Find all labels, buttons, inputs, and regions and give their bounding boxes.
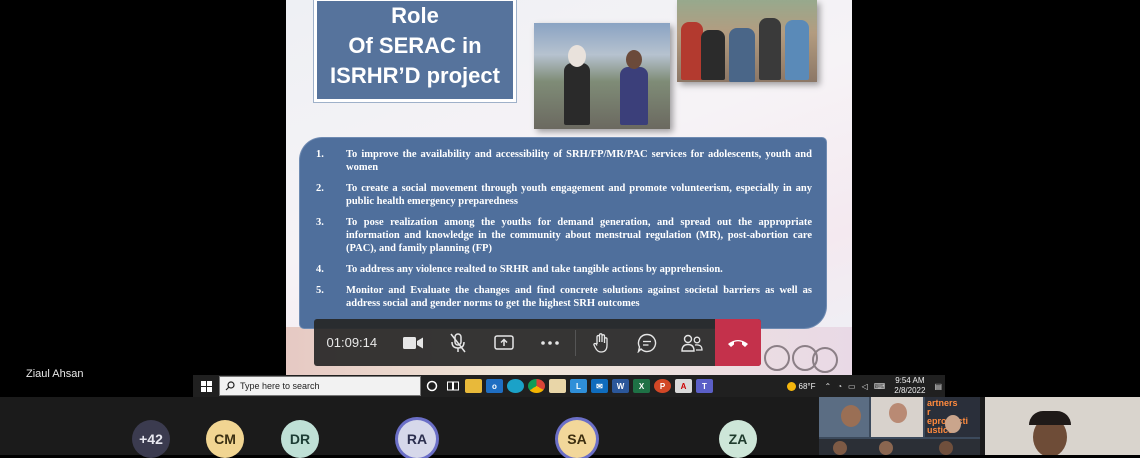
avatar-initials: SA: [567, 431, 587, 447]
participants-button[interactable]: [669, 319, 715, 366]
participant-avatar[interactable]: RA: [398, 420, 436, 458]
camera-icon: [402, 336, 423, 349]
chat-button[interactable]: [624, 319, 670, 366]
objective-number: 1.: [316, 149, 324, 160]
participant-avatar[interactable]: ZA: [719, 420, 757, 458]
teams-icon[interactable]: T: [696, 379, 713, 393]
windows-taskbar: Type here to search o L ✉ W X P A T 68°F…: [193, 375, 945, 397]
participant-avatar[interactable]: SA: [558, 420, 596, 458]
objective-text: Monitor and Evaluate the changes and fin…: [346, 285, 812, 309]
objective-number: 3.: [316, 217, 324, 228]
avatar-initials: ZA: [728, 431, 748, 447]
slide-photo-group-street: [677, 0, 817, 82]
meeting-controls-bar: 01:09:14: [314, 319, 762, 366]
tray-volume-icon[interactable]: ◁: [862, 382, 868, 391]
objective-text: To address any violence realted to SRHR …: [346, 264, 723, 275]
call-timer: 01:09:14: [326, 335, 378, 350]
hang-up-button[interactable]: [715, 319, 762, 366]
avatar-initials: CM: [214, 431, 236, 447]
hang-up-icon: [728, 339, 749, 347]
weather-widget[interactable]: 68°F: [786, 381, 816, 391]
taskbar-clock[interactable]: 9:54 AM 2/8/2022: [894, 376, 925, 396]
windows-logo-icon: [200, 380, 212, 392]
weather-temperature: 68°F: [798, 381, 816, 391]
objective-item: 2. To create a social movement through yo…: [312, 182, 812, 208]
outlook-icon[interactable]: o: [486, 379, 503, 393]
pdf-reader-icon[interactable]: A: [675, 379, 692, 393]
share-screen-button[interactable]: [481, 319, 527, 366]
avatar-initials: RA: [406, 431, 428, 447]
participant-video-tile[interactable]: [985, 397, 1140, 455]
slide-title-line-2: Of SERAC in: [348, 33, 482, 58]
participant-avatar[interactable]: CM: [206, 420, 244, 458]
search-placeholder: Type here to search: [240, 381, 320, 391]
objective-item: 3. To pose realization among the youths f…: [312, 216, 812, 255]
objective-text: To pose realization among the youths for…: [346, 217, 812, 254]
cortana-icon[interactable]: [423, 379, 440, 393]
participant-avatar[interactable]: DR: [281, 420, 319, 458]
gallery-icon[interactable]: [549, 379, 566, 393]
weather-sun-icon: [786, 381, 796, 391]
objective-number: 5.: [316, 285, 324, 296]
word-icon[interactable]: W: [612, 379, 629, 393]
windows-start-button[interactable]: [193, 375, 219, 397]
clock-date: 2/8/2022: [894, 386, 926, 395]
slide-title-line-3: ISRHR’D project: [330, 63, 500, 88]
chrome-icon[interactable]: [528, 379, 545, 393]
controls-divider: [574, 329, 576, 356]
search-icon: [220, 381, 240, 391]
participant-avatar-overflow[interactable]: +42: [132, 420, 170, 458]
objective-text: To improve the availability and accessib…: [346, 149, 812, 173]
objective-item: 1. To improve the availability and access…: [312, 148, 812, 174]
avatar-initials: +42: [139, 431, 163, 447]
slide-content-panel: 1. To improve the availability and access…: [300, 138, 826, 328]
more-icon: [541, 340, 559, 345]
tray-network-icon[interactable]: ◔: [837, 382, 842, 391]
raise-hand-icon: [592, 332, 608, 353]
objective-number: 4.: [316, 264, 324, 275]
participants-icon: [681, 334, 703, 352]
taskbar-search-box[interactable]: Type here to search: [219, 376, 421, 396]
edge-icon[interactable]: [507, 379, 524, 393]
more-options-button[interactable]: [527, 319, 573, 366]
clock-time: 9:54 AM: [895, 376, 925, 385]
system-tray: 68°F ⌃ ◔ ▭ ◁ ⌨ 9:54 AM 2/8/2022 ▤: [786, 376, 946, 396]
mute-button[interactable]: [435, 319, 481, 366]
file-explorer-icon[interactable]: [465, 379, 482, 393]
excel-icon[interactable]: X: [633, 379, 650, 393]
task-view-icon[interactable]: [444, 379, 461, 393]
tray-chevron-up-icon[interactable]: ⌃: [824, 382, 831, 391]
tray-language-icon[interactable]: ⌨: [874, 382, 886, 391]
participant-video-tile-gallery[interactable]: artners r eproducti ustice: [819, 397, 980, 455]
objective-item: 5. Monitor and Evaluate the changes and f…: [312, 284, 812, 310]
camera-button[interactable]: [390, 319, 436, 366]
slide-title-line-1: Role: [391, 3, 439, 28]
objectives-list: 1. To improve the availability and access…: [300, 138, 826, 310]
powerpoint-icon[interactable]: P: [654, 379, 671, 393]
share-screen-icon: [494, 334, 514, 350]
tray-battery-icon[interactable]: ▭: [848, 382, 856, 391]
objective-number: 2.: [316, 183, 324, 194]
notification-center-icon[interactable]: ▤: [934, 382, 942, 391]
mic-off-icon: [450, 332, 466, 352]
mail-icon[interactable]: ✉: [591, 379, 608, 393]
slide-title: Role Of SERAC in ISRHR’D project: [314, 0, 516, 102]
lync-icon[interactable]: L: [570, 379, 587, 393]
presenter-name-label: Ziaul Ahsan: [26, 368, 84, 380]
raise-hand-button[interactable]: [578, 319, 624, 366]
avatar-initials: DR: [289, 431, 311, 447]
objective-text: To create a social movement through yout…: [346, 183, 812, 207]
slide-photo-street-conversation: [534, 23, 670, 129]
objective-item: 4. To address any violence realted to SRH…: [312, 263, 812, 276]
chat-icon: [636, 333, 656, 353]
